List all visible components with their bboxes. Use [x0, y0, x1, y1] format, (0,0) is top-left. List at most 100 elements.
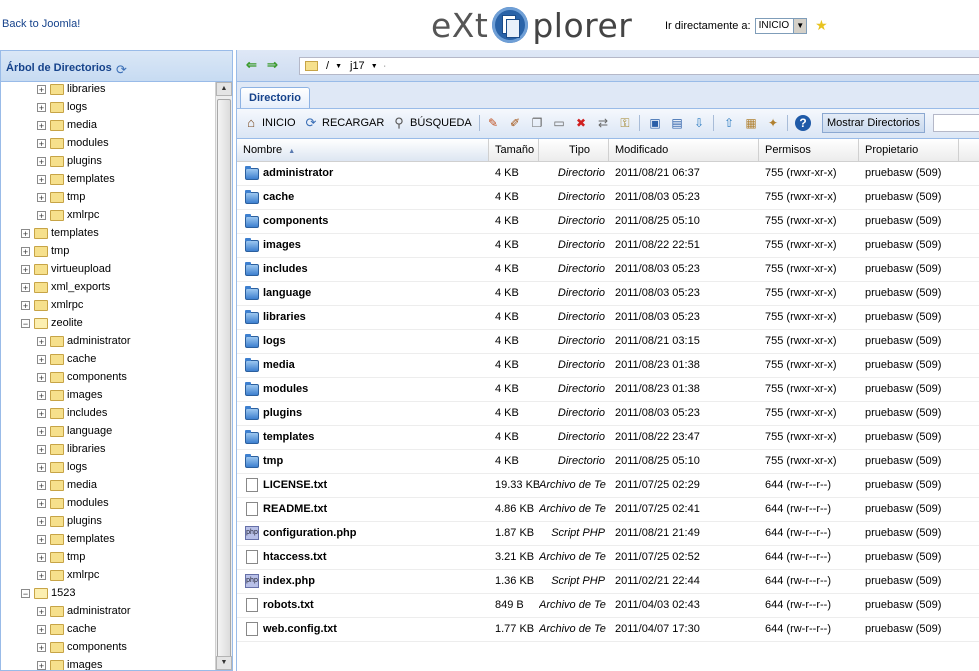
tree-item[interactable]: + cache	[1, 620, 217, 638]
archive-icon[interactable]: ▦	[743, 115, 759, 131]
extract-icon[interactable]: ✦	[765, 115, 781, 131]
scroll-down-arrow-icon[interactable]: ▼	[216, 656, 232, 670]
file-name[interactable]: administrator	[263, 167, 333, 179]
copy-icon[interactable]: ❐	[529, 115, 545, 131]
expand-icon[interactable]: +	[37, 174, 46, 184]
tree-item[interactable]: + xmlrpc	[1, 296, 217, 314]
expand-icon[interactable]: +	[37, 210, 46, 220]
tree-item[interactable]: + administrator	[1, 332, 217, 350]
tree-item[interactable]: + logs	[1, 458, 217, 476]
path-segment-root[interactable]: /	[326, 60, 329, 72]
table-row[interactable]: libraries 4 KB Directorio 2011/08/03 05:23 7…	[237, 306, 979, 330]
tree-item[interactable]: + xml_exports	[1, 278, 217, 296]
file-name[interactable]: libraries	[263, 311, 306, 323]
table-row[interactable]: administrator 4 KB Directorio 2011/08/21 06…	[237, 162, 979, 186]
expand-icon[interactable]: +	[21, 246, 30, 256]
tree-item[interactable]: + images	[1, 386, 217, 404]
table-row[interactable]: modules 4 KB Directorio 2011/08/23 01:38 755…	[237, 378, 979, 402]
tree-item[interactable]: + templates	[1, 170, 217, 188]
tree-item[interactable]: − zeolite	[1, 314, 217, 332]
column-header-name[interactable]: Nombre ▲	[237, 139, 489, 161]
tree-item[interactable]: + language	[1, 422, 217, 440]
expand-icon[interactable]: +	[21, 282, 30, 292]
tree-item[interactable]: + plugins	[1, 512, 217, 530]
tree-item[interactable]: + administrator	[1, 602, 217, 620]
tree-item[interactable]: + media	[1, 476, 217, 494]
dropdown-arrow-icon[interactable]: ▼	[793, 18, 807, 33]
expand-icon[interactable]: +	[37, 372, 46, 382]
expand-icon[interactable]: +	[37, 156, 46, 166]
show-directories-button[interactable]: Mostrar Directorios	[822, 113, 925, 133]
tree-item[interactable]: + modules	[1, 134, 217, 152]
file-name[interactable]: images	[263, 239, 301, 251]
expand-icon[interactable]: +	[37, 462, 46, 472]
table-row[interactable]: LICENSE.txt 19.33 KB Archivo de Te 2011/07/…	[237, 474, 979, 498]
tree-scrollbar[interactable]: ▲ ▼	[215, 82, 232, 670]
table-row[interactable]: web.config.txt 1.77 KB Archivo de Te 2011/0…	[237, 618, 979, 642]
expand-icon[interactable]: +	[37, 660, 46, 670]
expand-icon[interactable]: +	[37, 498, 46, 508]
expand-icon[interactable]: +	[21, 264, 30, 274]
tree-item[interactable]: + components	[1, 368, 217, 386]
tree-item[interactable]: + cache	[1, 350, 217, 368]
expand-icon[interactable]: +	[37, 354, 46, 364]
table-row[interactable]: php configuration.php 1.87 KB Script PHP 201…	[237, 522, 979, 546]
path-dropdown-icon[interactable]: ▼	[335, 63, 342, 70]
table-row[interactable]: robots.txt 849 B Archivo de Te 2011/04/03 0…	[237, 594, 979, 618]
expand-icon[interactable]: +	[37, 552, 46, 562]
expand-icon[interactable]: +	[37, 534, 46, 544]
expand-icon[interactable]: +	[37, 192, 46, 202]
expand-icon[interactable]: +	[37, 120, 46, 130]
search-button[interactable]: ⚲ BÚSQUEDA	[391, 114, 472, 132]
file-name[interactable]: modules	[263, 383, 308, 395]
column-header-permissions[interactable]: Permisos	[759, 139, 859, 161]
path-segment[interactable]: j17	[350, 60, 365, 72]
column-header-owner[interactable]: Propietario	[859, 139, 959, 161]
file-name[interactable]: media	[263, 359, 295, 371]
reload-button[interactable]: ⟳ RECARGAR	[303, 114, 385, 132]
expand-icon[interactable]: +	[37, 426, 46, 436]
expand-icon[interactable]: +	[37, 444, 46, 454]
expand-icon[interactable]: +	[21, 228, 30, 238]
file-name[interactable]: logs	[263, 335, 286, 347]
file-name[interactable]: plugins	[263, 407, 302, 419]
tree-item[interactable]: + images	[1, 656, 217, 670]
table-row[interactable]: php index.php 1.36 KB Script PHP 2011/02/21 …	[237, 570, 979, 594]
tree-refresh-icon[interactable]: ⟳	[116, 63, 130, 77]
tab-directorio[interactable]: Directorio	[240, 87, 310, 108]
tree-item[interactable]: + plugins	[1, 152, 217, 170]
tree-item[interactable]: + modules	[1, 494, 217, 512]
rename-icon[interactable]: ⇄	[595, 115, 611, 131]
table-row[interactable]: includes 4 KB Directorio 2011/08/03 05:23 75…	[237, 258, 979, 282]
file-name[interactable]: htaccess.txt	[263, 551, 327, 563]
move-icon[interactable]: ▭	[551, 115, 567, 131]
help-icon[interactable]: ?	[795, 115, 811, 131]
home-button[interactable]: ⌂ INICIO	[243, 114, 296, 132]
file-name[interactable]: robots.txt	[263, 599, 314, 611]
table-row[interactable]: language 4 KB Directorio 2011/08/03 05:23 75…	[237, 282, 979, 306]
tree-item[interactable]: + libraries	[1, 440, 217, 458]
expand-icon[interactable]: +	[37, 624, 46, 634]
tree-item[interactable]: + logs	[1, 98, 217, 116]
scroll-thumb[interactable]	[217, 99, 231, 659]
permissions-icon[interactable]: ⚿	[617, 115, 633, 131]
collapse-icon[interactable]: −	[21, 318, 30, 328]
file-name[interactable]: language	[263, 287, 311, 299]
expand-icon[interactable]: +	[37, 606, 46, 616]
file-name[interactable]: includes	[263, 263, 308, 275]
bookmark-star-icon[interactable]: ★	[815, 17, 828, 34]
download-icon[interactable]: ⇩	[691, 115, 707, 131]
tree-item[interactable]: − 1523	[1, 584, 217, 602]
tree-item[interactable]: + media	[1, 116, 217, 134]
table-row[interactable]: htaccess.txt 3.21 KB Archivo de Te 2011/07/…	[237, 546, 979, 570]
expand-icon[interactable]: +	[37, 138, 46, 148]
tree-item[interactable]: + templates	[1, 224, 217, 242]
tree-item[interactable]: + includes	[1, 404, 217, 422]
view-icon[interactable]: ▣	[647, 115, 663, 131]
expand-icon[interactable]: +	[37, 570, 46, 580]
forward-arrow-icon[interactable]: ⇒	[267, 58, 281, 71]
file-name[interactable]: index.php	[263, 575, 315, 587]
file-name[interactable]: web.config.txt	[263, 623, 337, 635]
table-row[interactable]: templates 4 KB Directorio 2011/08/22 23:47 7…	[237, 426, 979, 450]
file-name[interactable]: LICENSE.txt	[263, 479, 327, 491]
